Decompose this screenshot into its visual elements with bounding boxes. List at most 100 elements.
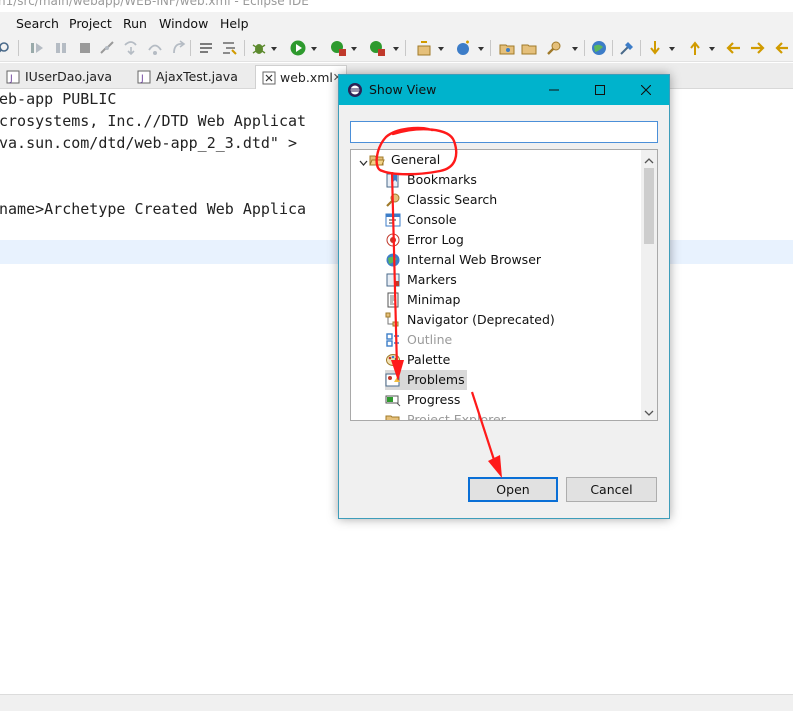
pin-icon[interactable] bbox=[0, 39, 10, 57]
back-icon[interactable] bbox=[725, 39, 743, 57]
tree-item-outline[interactable]: Outline bbox=[385, 330, 585, 350]
tree-item-label: Minimap bbox=[407, 292, 461, 307]
skip-breakpoints-icon[interactable] bbox=[28, 39, 46, 57]
coverage-dropdown-icon[interactable] bbox=[350, 39, 358, 57]
debug-dropdown-icon[interactable] bbox=[270, 39, 278, 57]
window-title-bar: n1/src/main/webapp/WEB-INF/web.xml - Ecl… bbox=[0, 0, 793, 12]
terminate-icon[interactable] bbox=[76, 39, 94, 57]
browser-icon[interactable] bbox=[590, 39, 608, 57]
tree-item-navigator[interactable]: Navigator (Deprecated) bbox=[385, 310, 585, 330]
tab-web-xml[interactable]: web.xml ✕ bbox=[255, 65, 347, 89]
disconnect-icon[interactable] bbox=[98, 39, 116, 57]
cancel-button[interactable]: Cancel bbox=[566, 477, 657, 502]
window-title: n1/src/main/webapp/WEB-INF/web.xml - Ecl… bbox=[0, 0, 309, 8]
navigator-icon bbox=[385, 312, 401, 328]
tree-item-bookmarks[interactable]: Bookmarks bbox=[385, 170, 585, 190]
minimap-icon bbox=[385, 292, 401, 308]
palette-icon bbox=[385, 352, 401, 368]
coverage-icon[interactable] bbox=[329, 39, 347, 57]
tree-item-project-explorer[interactable]: Project Explorer bbox=[385, 410, 585, 420]
drop-to-frame-icon[interactable] bbox=[197, 39, 215, 57]
tree-item-classic-search[interactable]: Classic Search bbox=[385, 190, 585, 210]
menu-search[interactable]: Search bbox=[16, 16, 59, 31]
tree-item-label: Markers bbox=[407, 272, 457, 287]
new-class-icon[interactable] bbox=[454, 39, 472, 57]
open-task-icon[interactable] bbox=[520, 39, 538, 57]
new-server-dropdown-icon[interactable] bbox=[437, 39, 445, 57]
tree-item-minimap[interactable]: Minimap bbox=[385, 290, 585, 310]
java-interface-file-icon: J bbox=[6, 70, 20, 84]
next-annotation-dropdown-icon[interactable] bbox=[668, 39, 676, 57]
search-icon[interactable] bbox=[545, 39, 563, 57]
tree-item-label: Navigator (Deprecated) bbox=[407, 312, 555, 327]
folder-open-icon bbox=[369, 152, 385, 168]
tree-scrollbar[interactable] bbox=[641, 150, 657, 420]
markers-icon bbox=[385, 272, 401, 288]
chevron-down-icon[interactable] bbox=[359, 156, 368, 171]
eclipse-icon bbox=[347, 82, 363, 98]
status-bar bbox=[0, 694, 793, 711]
tree-item-console[interactable]: Console bbox=[385, 210, 585, 230]
menu-project[interactable]: Project bbox=[69, 16, 112, 31]
tree-item-label: Progress bbox=[407, 392, 461, 407]
external-tool-dropdown-icon[interactable] bbox=[392, 39, 400, 57]
bookmarks-icon bbox=[385, 172, 401, 188]
main-toolbar bbox=[0, 34, 793, 62]
search-dropdown-icon[interactable] bbox=[571, 39, 579, 57]
tree-item-label: Internal Web Browser bbox=[407, 252, 542, 267]
code-line: eb-app PUBLIC bbox=[0, 90, 117, 108]
use-step-filters-icon[interactable] bbox=[220, 39, 238, 57]
new-server-icon[interactable] bbox=[415, 39, 433, 57]
new-class-dropdown-icon[interactable] bbox=[477, 39, 485, 57]
tree-item-progress[interactable]: Progress bbox=[385, 390, 585, 410]
outline-icon bbox=[385, 332, 401, 348]
problems-icon bbox=[385, 372, 401, 388]
debug-icon[interactable] bbox=[250, 39, 268, 57]
internal-browser-icon bbox=[385, 252, 401, 268]
minimize-button[interactable] bbox=[531, 75, 577, 105]
maximize-button[interactable] bbox=[577, 75, 623, 105]
suspend-icon[interactable] bbox=[52, 39, 70, 57]
dialog-title-bar[interactable]: Show View bbox=[339, 75, 669, 105]
tree-item-problems[interactable]: Problems bbox=[385, 370, 467, 390]
tree-item-markers[interactable]: Markers bbox=[385, 270, 585, 290]
tree-item-label: Classic Search bbox=[407, 192, 498, 207]
svg-text:J: J bbox=[140, 74, 144, 84]
tab-label: AjaxTest.java bbox=[156, 69, 238, 84]
next-annotation-icon[interactable] bbox=[646, 39, 664, 57]
code-line: va.sun.com/dtd/web-app_2_3.dtd" > bbox=[0, 134, 298, 152]
step-into-icon[interactable] bbox=[122, 39, 140, 57]
console-icon bbox=[385, 212, 401, 228]
menu-window[interactable]: Window bbox=[159, 16, 208, 31]
run-dropdown-icon[interactable] bbox=[310, 39, 318, 57]
prev-annotation-icon[interactable] bbox=[686, 39, 704, 57]
run-external-tool-icon[interactable] bbox=[368, 39, 386, 57]
tab-ajaxtest[interactable]: J AjaxTest.java bbox=[137, 65, 249, 89]
filter-input[interactable] bbox=[351, 122, 657, 142]
open-type-icon[interactable] bbox=[498, 39, 516, 57]
scrollbar-thumb[interactable] bbox=[644, 168, 654, 244]
close-button[interactable] bbox=[623, 75, 669, 105]
tab-iuserdao[interactable]: J IUserDao.java bbox=[6, 65, 126, 89]
forward-icon[interactable] bbox=[748, 39, 766, 57]
chevron-up-icon[interactable] bbox=[644, 154, 654, 168]
java-file-icon: J bbox=[137, 70, 151, 84]
open-button[interactable]: Open bbox=[468, 477, 558, 502]
tree-item-internal-web-browser[interactable]: Internal Web Browser bbox=[385, 250, 585, 270]
view-tree: General Bookmarks Classic Search Console… bbox=[350, 149, 658, 421]
tree-category-general[interactable]: General bbox=[353, 150, 639, 170]
menu-help[interactable]: Help bbox=[220, 16, 249, 31]
prev-annotation-dropdown-icon[interactable] bbox=[708, 39, 716, 57]
tree-item-palette[interactable]: Palette bbox=[385, 350, 585, 370]
menu-run[interactable]: Run bbox=[123, 16, 147, 31]
tree-category-label: General bbox=[391, 152, 441, 167]
show-view-dialog: Show View General Bookmarks Classic Sear… bbox=[338, 74, 670, 519]
step-over-icon[interactable] bbox=[146, 39, 164, 57]
chevron-down-icon[interactable] bbox=[644, 406, 654, 420]
step-return-icon[interactable] bbox=[170, 39, 188, 57]
last-edit-icon[interactable] bbox=[773, 39, 791, 57]
tree-item-error-log[interactable]: Error Log bbox=[385, 230, 585, 250]
run-icon[interactable] bbox=[289, 39, 307, 57]
tree-item-label: Console bbox=[407, 212, 457, 227]
annotate-icon[interactable] bbox=[618, 39, 636, 57]
